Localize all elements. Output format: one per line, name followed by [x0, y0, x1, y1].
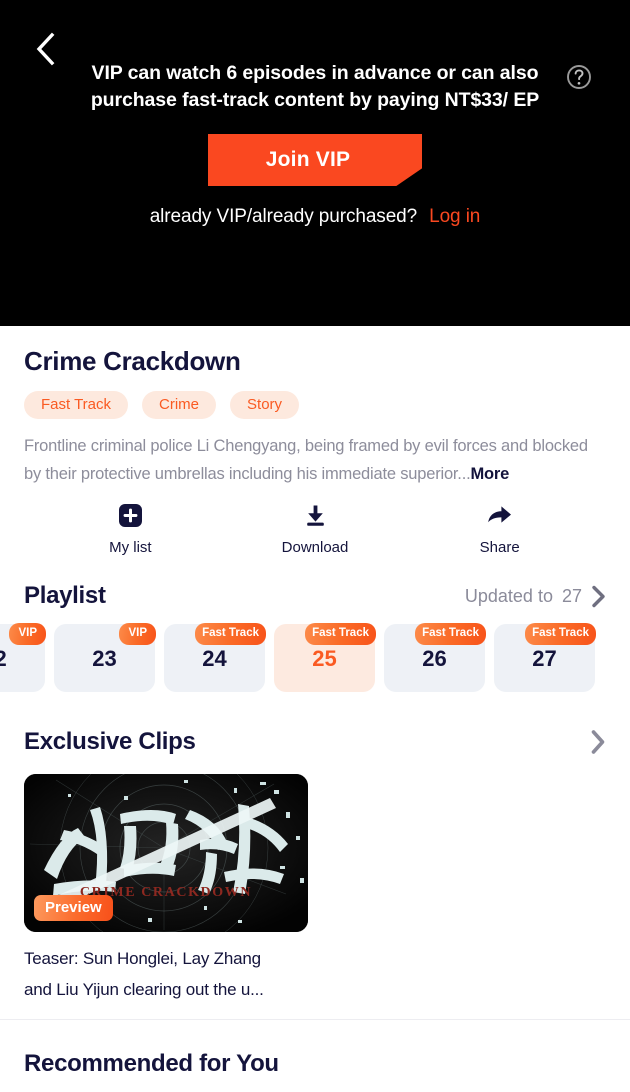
clip-item[interactable]: CRIME CRACKDOWN Preview Teaser: Sun Hong…	[24, 774, 308, 1005]
section-divider	[0, 1019, 630, 1020]
playlist-title: Playlist	[24, 582, 106, 609]
page-title: Crime Crackdown	[24, 346, 241, 376]
log-in-link[interactable]: Log in	[429, 206, 480, 227]
clip-title-line-2: and Liu Yijun clearing out the u...	[24, 980, 264, 999]
episode-badge: VIP	[119, 623, 156, 645]
episode-card-selected[interactable]: Fast Track 25	[274, 623, 376, 692]
question-circle-icon[interactable]	[566, 64, 592, 90]
more-link[interactable]: More	[470, 465, 509, 483]
episode-badge: Fast Track	[195, 623, 266, 645]
download-label: Download	[281, 539, 349, 556]
episode-card[interactable]: VIP 23	[54, 623, 156, 692]
download-button[interactable]: Download	[223, 502, 408, 556]
exclusive-clips-header: Exclusive Clips	[24, 728, 606, 756]
share-label: Share	[479, 539, 520, 556]
episode-badge: Fast Track	[525, 623, 596, 645]
genre-tag-list: Fast Track Crime Story	[24, 391, 606, 419]
updated-to-button[interactable]: Updated to 27	[465, 585, 606, 608]
episode-card[interactable]: Fast Track 26	[384, 623, 486, 692]
episode-badge: Fast Track	[415, 623, 486, 645]
clip-thumbnail[interactable]: CRIME CRACKDOWN Preview	[24, 774, 308, 932]
clip-title-line-1: Teaser: Sun Honglei, Lay Zhang	[24, 949, 261, 968]
vip-notice-line-2: purchase fast-track content by paying NT…	[90, 89, 540, 111]
episode-badge: Fast Track	[305, 623, 376, 645]
genre-tag[interactable]: Crime	[142, 391, 217, 419]
genre-tag[interactable]: Fast Track	[24, 391, 129, 419]
episode-number: 24	[202, 646, 227, 671]
episode-card[interactable]: VIP 22	[0, 623, 46, 692]
episode-track: VIP 22 VIP 23 Fast Track 24 Fast Track 2…	[0, 623, 596, 692]
chevron-right-icon	[591, 585, 606, 608]
episode-card[interactable]: Fast Track 24	[164, 623, 266, 692]
synopsis: Frontline criminal police Li Chengyang, …	[24, 432, 606, 488]
share-arrow-icon	[486, 502, 513, 528]
genre-tag[interactable]: Story	[230, 391, 300, 419]
plus-square-icon	[118, 502, 143, 528]
recommended-title: Recommended for You	[24, 1050, 279, 1077]
episode-number: 22	[0, 646, 7, 671]
episode-badge: VIP	[9, 623, 46, 645]
updated-to-label: Updated to	[464, 585, 553, 606]
chevron-right-icon	[590, 729, 606, 755]
detail-content: Crime Crackdown Fast Track Crime Story F…	[0, 326, 630, 1078]
already-vip-text: already VIP/already purchased?	[149, 206, 418, 227]
episode-number: 23	[92, 646, 117, 671]
vip-notice-line-1: VIP can watch 6 episodes in advance or c…	[91, 62, 539, 84]
join-vip-button-wrap: Join VIP	[208, 134, 422, 186]
preview-badge: Preview	[34, 895, 113, 921]
already-vip-row: already VIP/already purchased? Log in	[0, 206, 630, 228]
episode-number: 27	[532, 646, 557, 671]
vip-notice-text: VIP can watch 6 episodes in advance or c…	[0, 60, 630, 114]
episode-number: 25	[312, 646, 337, 671]
share-button[interactable]: Share	[407, 502, 592, 556]
vip-promo-banner: VIP can watch 6 episodes in advance or c…	[0, 0, 630, 326]
action-bar: My list Download Share	[24, 502, 606, 556]
playlist-header: Playlist Updated to 27	[24, 582, 606, 610]
episode-number: 26	[422, 646, 447, 671]
clip-title: Teaser: Sun Honglei, Lay Zhang and Liu Y…	[24, 943, 308, 1005]
my-list-button[interactable]: My list	[38, 502, 223, 556]
exclusive-clips-title: Exclusive Clips	[24, 728, 196, 755]
download-icon	[303, 502, 328, 528]
episode-scroller[interactable]: VIP 22 VIP 23 Fast Track 24 Fast Track 2…	[0, 610, 630, 706]
exclusive-clips-more-button[interactable]	[590, 729, 606, 755]
episode-card[interactable]: Fast Track 27	[494, 623, 596, 692]
my-list-label: My list	[109, 539, 152, 556]
updated-to-number: 27	[561, 585, 582, 606]
video-detail-page: VIP can watch 6 episodes in advance or c…	[0, 0, 630, 1092]
join-vip-button[interactable]: Join VIP	[208, 134, 422, 186]
